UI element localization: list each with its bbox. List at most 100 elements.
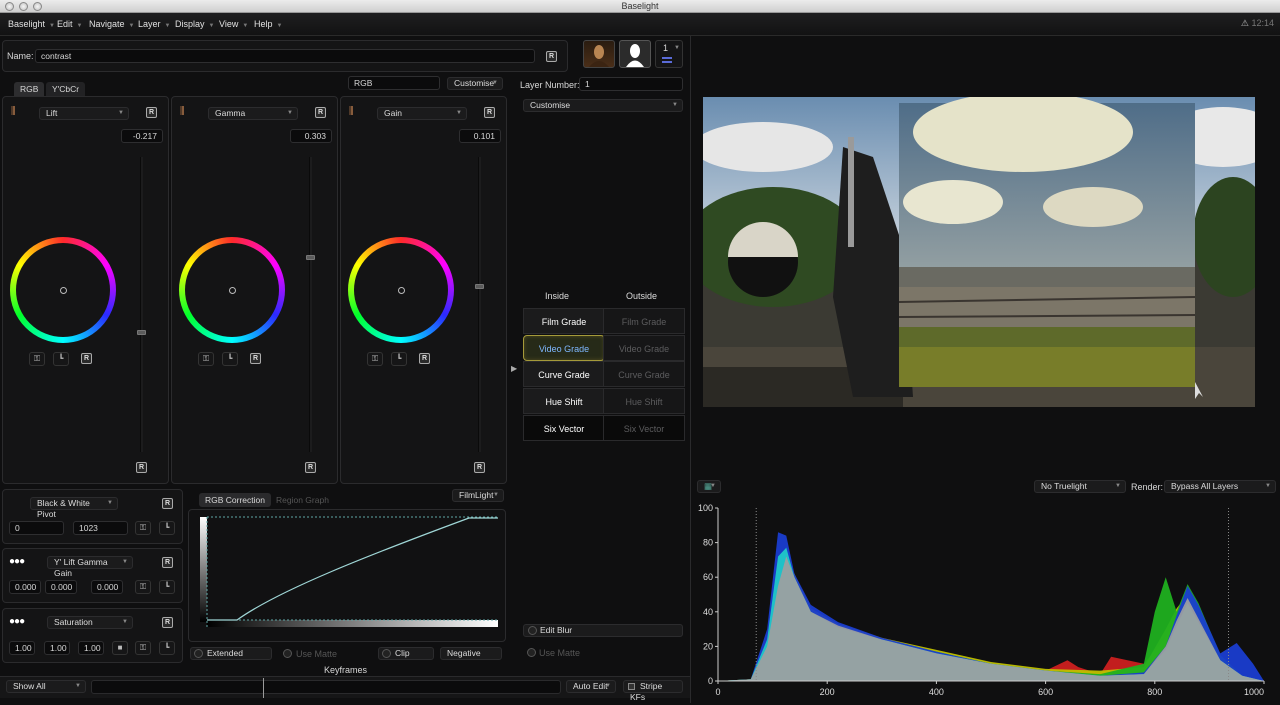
extended-checkbox[interactable] xyxy=(194,649,203,658)
outside-hue-shift-button[interactable]: Hue Shift xyxy=(603,388,685,414)
y-lift-reset-button[interactable]: R xyxy=(162,557,173,568)
tab-rgb[interactable]: RGB xyxy=(14,82,45,96)
histogram-chart[interactable]: 100 80 60 40 20 0 0 200 400 600 800 1000 xyxy=(694,500,1278,703)
layer-customise-dropdown[interactable]: Customise ▼ xyxy=(523,99,683,112)
gain-master-slider[interactable] xyxy=(478,157,481,452)
menu-help[interactable]: Help ▼ xyxy=(254,13,282,36)
inside-hue-shift-button[interactable]: Hue Shift xyxy=(523,388,605,414)
graph-use-matte-checkbox[interactable] xyxy=(283,649,292,658)
layer-number-selector[interactable]: 1 ▼ xyxy=(655,40,683,68)
gamma-wheel-reset-button[interactable]: R xyxy=(250,353,261,364)
gamma-color-wheel[interactable] xyxy=(179,237,285,343)
menu-edit[interactable]: Edit ▼ xyxy=(57,13,82,36)
swatch-icon[interactable]: ■ xyxy=(112,641,128,655)
viewer-image[interactable] xyxy=(703,97,1255,407)
curve-axis-icon[interactable]: ┗ xyxy=(391,352,407,366)
tab-rgb-correction[interactable]: RGB Correction xyxy=(199,493,271,507)
key-icon[interactable]: ⚿ xyxy=(135,641,151,655)
layer-number-field[interactable]: 1 xyxy=(579,77,683,91)
y-gamma-value-field[interactable]: 0.000 xyxy=(45,580,77,594)
truelight-dropdown[interactable]: No Truelight ▼ xyxy=(1034,480,1126,493)
tab-region-graph[interactable]: Region Graph xyxy=(270,493,335,507)
curve-graph[interactable] xyxy=(188,509,506,642)
clip-toggle[interactable]: Clip xyxy=(378,647,434,660)
clip-checkbox[interactable] xyxy=(382,649,391,658)
wheel-center-handle[interactable] xyxy=(59,286,67,294)
blur-use-matte-toggle[interactable]: Use Matte xyxy=(523,647,683,660)
scope-type-dropdown[interactable]: ▦ ▼ xyxy=(697,480,721,493)
playhead[interactable] xyxy=(263,678,264,698)
key-icon[interactable]: ⚿ xyxy=(135,521,151,535)
tab-ycbcr[interactable]: Y'CbCr xyxy=(46,82,86,96)
curve-axis-icon[interactable]: ┗ xyxy=(159,580,175,594)
menu-display[interactable]: Display ▼ xyxy=(175,13,214,36)
color-space-field[interactable]: RGB xyxy=(348,76,440,90)
bw-pivot-reset-button[interactable]: R xyxy=(162,498,173,509)
stripe-kfs-checkbox[interactable] xyxy=(628,683,635,690)
close-window-button[interactable] xyxy=(5,2,14,11)
minimize-window-button[interactable] xyxy=(19,2,28,11)
gamma-slider-handle[interactable] xyxy=(306,255,315,260)
graph-use-matte-toggle[interactable]: Use Matte xyxy=(283,648,371,661)
gain-slider-reset-button[interactable]: R xyxy=(474,462,485,473)
lift-mode-dropdown[interactable]: Lift ▼ xyxy=(39,107,129,120)
menu-navigate[interactable]: Navigate ▼ xyxy=(89,13,134,36)
gain-value-field[interactable]: 0.101 xyxy=(459,129,501,143)
outside-six-vector-button[interactable]: Six Vector xyxy=(603,415,685,441)
saturation-r-field[interactable]: 1.00 xyxy=(9,641,35,655)
curve-axis-icon[interactable]: ┗ xyxy=(53,352,69,366)
saturation-b-field[interactable]: 1.00 xyxy=(78,641,104,655)
extended-toggle[interactable]: Extended xyxy=(190,647,272,660)
sliders-icon[interactable]: ⫼ xyxy=(349,106,354,117)
gain-mode-dropdown[interactable]: Gain ▼ xyxy=(377,107,467,120)
stripe-kfs-toggle[interactable]: Stripe KFs xyxy=(623,680,683,702)
sliders-icon[interactable]: ⫼ xyxy=(11,106,16,117)
wheel-center-handle[interactable] xyxy=(397,286,405,294)
color-space-customise-dropdown[interactable]: Customise ▼ xyxy=(447,77,503,90)
gamma-mode-dropdown[interactable]: Gamma ▼ xyxy=(208,107,298,120)
saturation-dropdown[interactable]: Saturation ▼ xyxy=(47,616,133,629)
menu-layer[interactable]: Layer ▼ xyxy=(138,13,170,36)
lift-color-wheel[interactable] xyxy=(10,237,116,343)
gain-wheel-reset-button[interactable]: R xyxy=(419,353,430,364)
layer-thumbnail-portrait[interactable] xyxy=(583,40,615,68)
curve-axis-icon[interactable]: ┗ xyxy=(222,352,238,366)
key-icon[interactable]: ⚿ xyxy=(367,352,383,366)
menu-baselight[interactable]: Baselight ▼ xyxy=(8,13,55,36)
key-icon[interactable]: ⚿ xyxy=(135,580,151,594)
name-input[interactable]: contrast xyxy=(35,49,535,63)
menu-view[interactable]: View ▼ xyxy=(219,13,248,36)
name-reset-button[interactable]: R xyxy=(546,51,557,62)
lift-reset-button[interactable]: R xyxy=(146,107,157,118)
y-lift-dropdown[interactable]: Y' Lift Gamma Gain ▼ xyxy=(47,556,133,578)
bw-pivot-dropdown[interactable]: Black & White Pivot ▼ xyxy=(30,497,118,519)
keyframe-timeline[interactable] xyxy=(91,678,561,698)
inside-video-grade-button[interactable]: Video Grade xyxy=(523,335,605,361)
gain-slider-handle[interactable] xyxy=(475,284,484,289)
saturation-reset-button[interactable]: R xyxy=(162,617,173,628)
lift-value-field[interactable]: -0.217 xyxy=(121,129,163,143)
key-icon[interactable]: ⚿ xyxy=(198,352,214,366)
gamma-master-slider[interactable] xyxy=(309,157,312,452)
render-dropdown[interactable]: Bypass All Layers ▼ xyxy=(1164,480,1276,493)
y-lift-value-field[interactable]: 0.000 xyxy=(9,580,41,594)
more-options-icon[interactable]: ●●● xyxy=(9,556,25,567)
edit-blur-toggle[interactable]: Edit Blur xyxy=(523,624,683,637)
sliders-icon[interactable]: ⫼ xyxy=(180,106,185,117)
auto-edit-dropdown[interactable]: Auto Edit ▼ xyxy=(566,680,616,693)
gain-reset-button[interactable]: R xyxy=(484,107,495,118)
inside-six-vector-button[interactable]: Six Vector xyxy=(523,415,605,441)
lift-slider-handle[interactable] xyxy=(137,330,146,335)
zoom-window-button[interactable] xyxy=(33,2,42,11)
saturation-g-field[interactable]: 1.00 xyxy=(44,641,70,655)
curve-axis-icon[interactable]: ┗ xyxy=(159,521,175,535)
curve-axis-icon[interactable]: ┗ xyxy=(159,641,175,655)
lift-wheel-reset-button[interactable]: R xyxy=(81,353,92,364)
gain-color-wheel[interactable] xyxy=(348,237,454,343)
bw-pivot-high-field[interactable]: 1023 xyxy=(73,521,128,535)
layer-thumbnail-matte[interactable] xyxy=(619,40,651,68)
inside-film-grade-button[interactable]: Film Grade xyxy=(523,308,605,334)
gamma-slider-reset-button[interactable]: R xyxy=(305,462,316,473)
gamma-value-field[interactable]: 0.303 xyxy=(290,129,332,143)
filmlight-dropdown[interactable]: FilmLight ▼ xyxy=(452,489,504,502)
